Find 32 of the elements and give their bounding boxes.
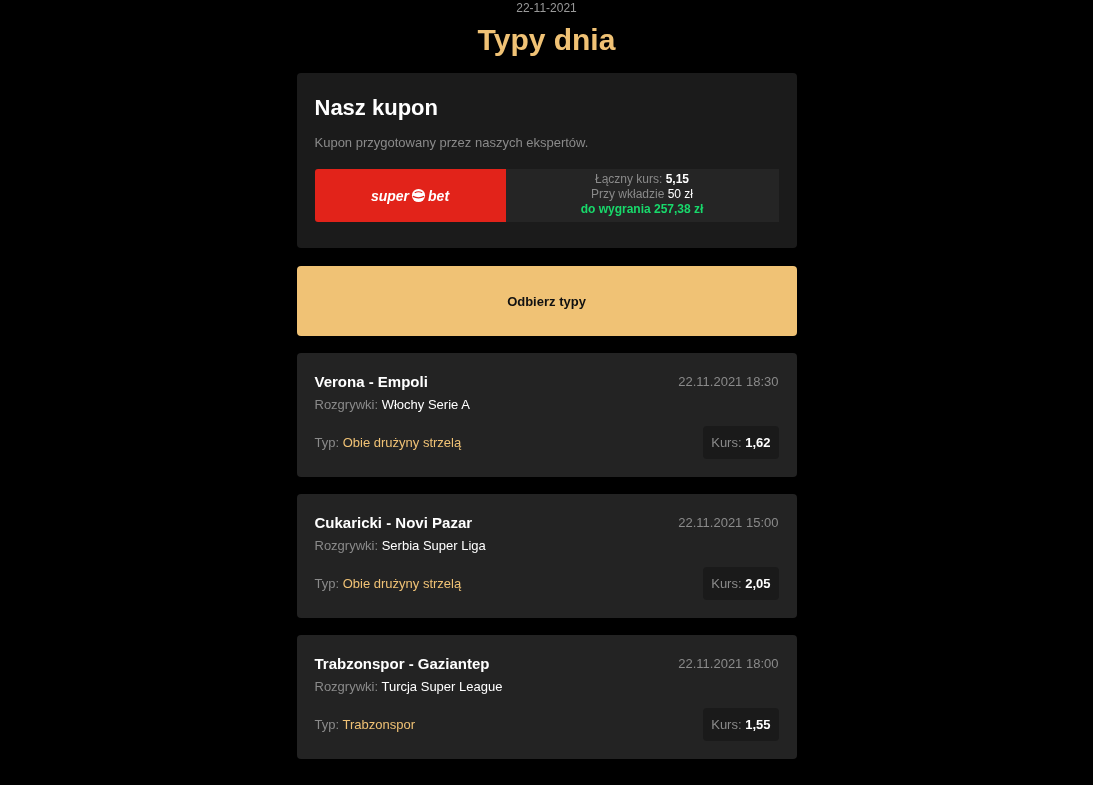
date-text: 22-11-2021 (515, 1, 578, 15)
bookmaker-logo[interactable]: super bet (314, 169, 506, 222)
competition-name: Włochy Serie A (381, 397, 470, 412)
competition-name: Serbia Super Liga (381, 538, 486, 553)
match-datetime: 22.11.2021 18:00 (678, 656, 779, 671)
coupon-heading: Nasz kupon (314, 95, 439, 121)
competition-label: Rozgrywki: (314, 538, 379, 553)
match-title: Verona - Empoli (314, 373, 428, 390)
competition-name: Turcja Super League (381, 679, 503, 694)
match-datetime: 22.11.2021 18:30 (678, 374, 779, 389)
tip-type-value: Trabzonspor (342, 717, 415, 732)
odds-badge: Kurs: 1,62 (703, 426, 779, 459)
match-title: Cukaricki - Novi Pazar (314, 514, 473, 531)
stake-value: 50 zł (667, 187, 694, 201)
win-amount: do wygrania 257,38 zł (579, 202, 705, 217)
total-odds-value: 5,15 (665, 172, 690, 186)
total-odds-label: Łączny kurs: (594, 172, 663, 186)
page-title: Typy dnia (476, 23, 617, 57)
get-tips-button[interactable]: Odbierz typy (296, 266, 797, 336)
odds-badge: Kurs: 1,55 (703, 708, 779, 741)
tip-type-value: Obie drużyny strzelą (342, 435, 462, 450)
competition-label: Rozgrywki: (314, 397, 379, 412)
tip-type-label: Typ: (314, 576, 340, 591)
match-datetime: 22.11.2021 15:00 (678, 515, 779, 530)
tip-type-label: Typ: (314, 717, 340, 732)
tip-type-value: Obie drużyny strzelą (342, 576, 462, 591)
odds-badge: Kurs: 2,05 (703, 567, 779, 600)
match-title: Trabzonspor - Gaziantep (314, 655, 490, 672)
stake-label: Przy wkładzie (590, 187, 665, 201)
competition-label: Rozgrywki: (314, 679, 379, 694)
tip-type-label: Typ: (314, 435, 340, 450)
coupon-description: Kupon przygotowany przez naszych ekspertów. (314, 135, 590, 150)
